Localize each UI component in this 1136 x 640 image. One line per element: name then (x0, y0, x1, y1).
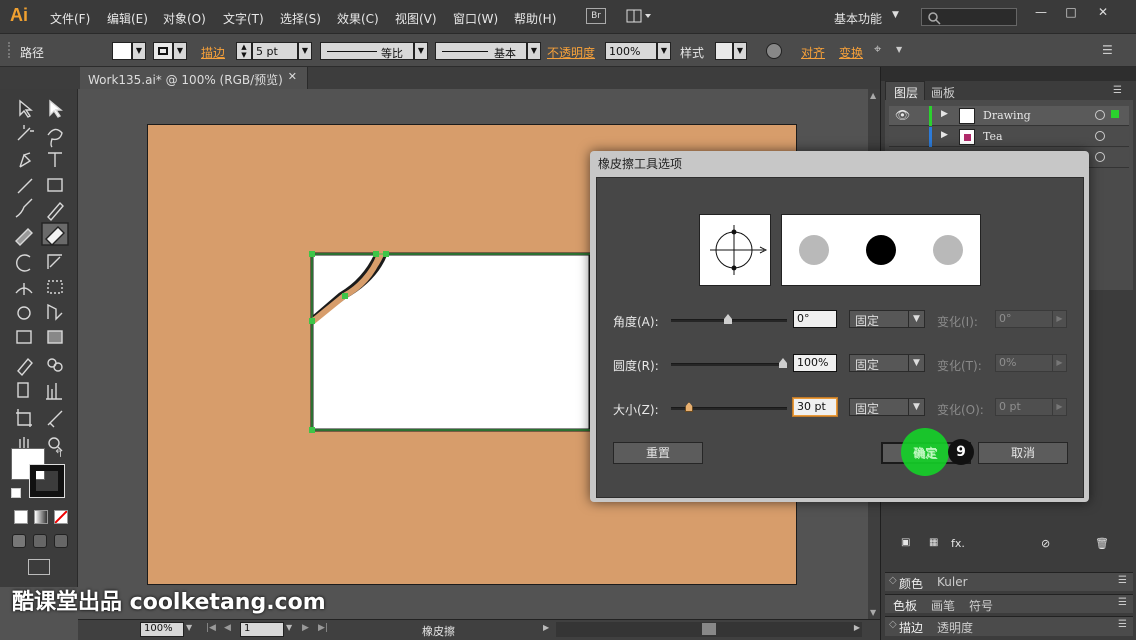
prev-page-icon[interactable]: ◀ (224, 623, 231, 633)
zoom-input[interactable]: 100% (140, 622, 184, 637)
tab-stroke: 描边 (899, 621, 924, 635)
tab-kuler: Kuler (937, 575, 968, 589)
layer-name: Tea (983, 130, 1003, 143)
chevron-down-icon: ▼ (908, 311, 924, 327)
roundness-mode-select[interactable]: 固定 ▼ (849, 354, 925, 372)
tab-transparency: 透明度 (937, 621, 974, 635)
horizontal-scrollbar[interactable]: ▶ (556, 622, 862, 637)
last-page-icon[interactable]: ▶| (318, 623, 328, 633)
angle-variation-label: 变化(I): (937, 315, 978, 329)
dialog-title: 橡皮擦工具选项 (598, 157, 683, 171)
layer-thumbnail (959, 108, 975, 124)
brush-size-preview (781, 214, 981, 286)
tab-brushes: 画笔 (931, 599, 956, 613)
roundness-input[interactable]: 100% (793, 354, 837, 372)
roundness-label: 圆度(R): (613, 359, 659, 373)
status-bar: 100% ▼ |◀ ◀ 1 ▼ ▶ ▶| 橡皮擦 ▶ ▶ (78, 619, 880, 640)
tab-layers[interactable]: 图层 (885, 81, 925, 100)
control-panel-menu-icon[interactable]: ☰ (1102, 43, 1113, 57)
chevron-right-icon: ▶ (1052, 355, 1066, 371)
workspace-dropdown-icon[interactable]: ▼ (892, 10, 899, 20)
layer-thumbnail (959, 129, 975, 145)
expand-triangle-icon: ▶ (941, 109, 948, 119)
target-circle-icon (1095, 131, 1105, 141)
size-variation-label: 变化(O): (937, 403, 984, 417)
layers-menu-icon[interactable]: ☰ (1113, 85, 1122, 96)
chevron-down-icon: ▼ (908, 399, 924, 415)
size-slider-thumb[interactable] (685, 402, 693, 412)
tab-artboards[interactable]: 画板 (931, 84, 955, 101)
brush-angle-preview[interactable] (699, 214, 771, 286)
page-input[interactable]: 1 (240, 622, 284, 637)
preview-max-dot (933, 235, 963, 265)
watermark: 酷课堂出品 coolketang.com (12, 590, 326, 615)
eraser-options-dialog: 橡皮擦工具选项 角度(A): 0° 固定 ▼ 变化(I): 0° ▶ 圆度(R)… (590, 151, 1089, 502)
swatches-panel-row[interactable]: 色板 画笔 符号 ☰ (885, 594, 1133, 613)
search-input[interactable] (921, 8, 1017, 26)
roundness-variation-input: 0% ▶ (995, 354, 1067, 372)
layers-footer: ▣ ▦ fx. ⊘ 🗑 (889, 537, 1129, 551)
minimize-button[interactable]: — (1026, 2, 1056, 22)
tab-color: 颜色 (899, 577, 924, 591)
expand-triangle-icon: ▶ (941, 130, 948, 140)
maximize-button[interactable]: □ (1056, 2, 1086, 22)
zoom-dropdown-icon[interactable]: ▼ (186, 623, 192, 632)
chevron-right-icon: ▶ (1052, 311, 1066, 327)
chevron-right-icon: ▶ (1052, 399, 1066, 415)
angle-slider-thumb[interactable] (724, 314, 732, 324)
current-tool-label: 橡皮擦 (422, 625, 455, 638)
color-panel-row[interactable]: ◇ 颜色 Kuler ☰ (885, 572, 1133, 591)
roundness-variation-label: 变化(T): (937, 359, 982, 373)
cancel-button[interactable]: 取消 (978, 442, 1068, 464)
selection-square-icon (1111, 110, 1119, 118)
fx-icon: fx. (951, 537, 965, 550)
locate-object-icon: ▣ (901, 537, 911, 548)
angle-input[interactable]: 0° (793, 310, 837, 328)
search-icon (928, 12, 941, 25)
preview-min-dot (799, 235, 829, 265)
roundness-slider-thumb[interactable] (779, 358, 787, 368)
stroke-panel-row[interactable]: ◇ 描边 透明度 ☰ (885, 616, 1133, 636)
panel-dock-header[interactable] (881, 67, 1136, 81)
next-page-icon[interactable]: ▶ (302, 623, 309, 633)
layer-row-tea[interactable]: ▶ Tea (889, 127, 1129, 147)
tab-swatches: 色板 (893, 599, 918, 613)
roundness-slider[interactable] (671, 363, 787, 366)
status-menu-icon[interactable]: ▶ (543, 623, 549, 632)
layer-row-drawing[interactable]: 👁 ▶ Drawing (889, 106, 1129, 126)
no-entry-icon: ⊘ (1041, 537, 1051, 550)
first-page-icon[interactable]: |◀ (206, 623, 216, 633)
size-input[interactable]: 30 pt (793, 398, 837, 416)
angle-mode-select[interactable]: 固定 ▼ (849, 310, 925, 328)
step-badge: 9 (948, 439, 974, 465)
isolate-dropdown-icon[interactable]: ▼ (896, 45, 902, 54)
angle-label: 角度(A): (613, 315, 659, 329)
layer-name: Drawing (983, 109, 1031, 122)
tab-symbols: 符号 (969, 599, 994, 613)
angle-variation-input: 0° ▶ (995, 310, 1067, 328)
target-circle-icon (1095, 152, 1105, 162)
close-window-button[interactable]: ✕ (1088, 2, 1118, 22)
page-dropdown-icon[interactable]: ▼ (286, 623, 292, 632)
size-mode-select[interactable]: 固定 ▼ (849, 398, 925, 416)
visibility-eye-icon: 👁 (895, 108, 911, 122)
target-circle-icon (1095, 110, 1105, 120)
trash-icon: 🗑 (1095, 537, 1109, 550)
preview-current-dot (866, 235, 896, 265)
dialog-body: 角度(A): 0° 固定 ▼ 变化(I): 0° ▶ 圆度(R): 100% 固定 ▼… (596, 177, 1084, 498)
reset-button[interactable]: 重置 (613, 442, 703, 464)
size-label: 大小(Z): (613, 403, 659, 417)
make-clipping-mask-icon: ▦ (929, 537, 939, 548)
size-variation-input: 0 pt ▶ (995, 398, 1067, 416)
chevron-down-icon: ▼ (908, 355, 924, 371)
